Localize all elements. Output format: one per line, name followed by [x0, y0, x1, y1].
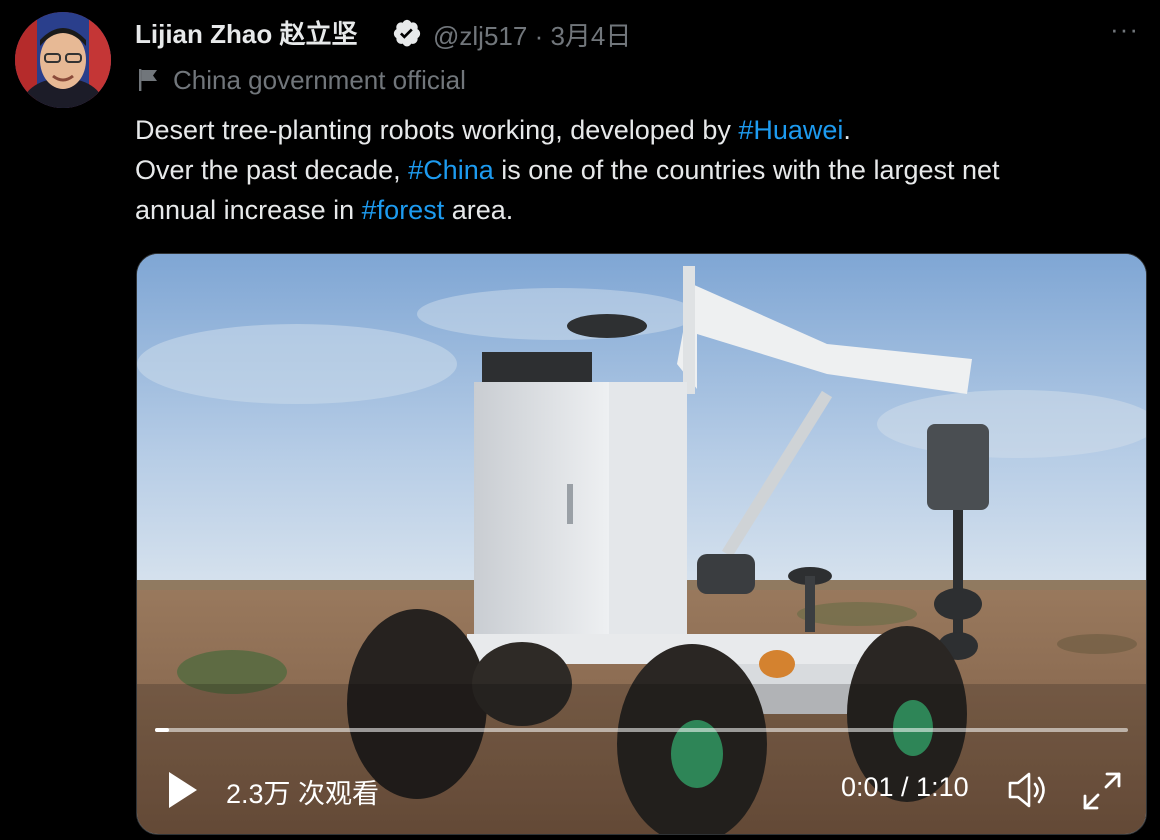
tweet-text-segment: area.	[444, 195, 514, 225]
tweet-line-2: Over the past decade, #China is one of t…	[135, 150, 1135, 190]
tweet-text-segment: Desert tree-planting robots working, dev…	[135, 115, 739, 145]
tweet-text-segment: .	[843, 115, 851, 145]
tweet-text: Desert tree-planting robots working, dev…	[135, 110, 1135, 230]
volume-icon[interactable]	[1007, 770, 1049, 810]
meta-separator: ·	[534, 21, 544, 51]
tweet-line-3: annual increase in #forest area.	[135, 190, 1135, 230]
video-player[interactable]: 2.3万 次观看 0:01 / 1:10	[136, 253, 1147, 835]
tweet-date[interactable]: 3月4日	[550, 21, 631, 51]
video-view-count: 2.3万 次观看	[226, 779, 380, 809]
author-name[interactable]: Lijian Zhao 赵立坚	[135, 14, 357, 51]
tweet-text-segment: Over the past decade,	[135, 155, 409, 185]
author-handle[interactable]: @zlj517	[433, 21, 527, 51]
hashtag-huawei[interactable]: #Huawei	[738, 115, 843, 145]
video-time: 0:01 / 1:10	[841, 772, 969, 802]
tweet-text-segment: annual increase in	[135, 195, 362, 225]
author-meta: @zlj517 · 3月4日	[433, 16, 631, 53]
hashtag-forest[interactable]: #forest	[362, 195, 445, 225]
flag-icon	[139, 69, 157, 91]
verified-badge-icon	[393, 19, 421, 47]
video-frame	[137, 254, 1146, 834]
avatar[interactable]	[15, 12, 111, 108]
tweet-line-1: Desert tree-planting robots working, dev…	[135, 110, 1135, 150]
avatar-image	[15, 12, 111, 108]
fullscreen-icon[interactable]	[1081, 770, 1123, 812]
video-progress-fill	[155, 728, 169, 732]
video-progress-bar[interactable]	[155, 728, 1128, 732]
account-label-text: China government official	[173, 64, 466, 95]
tweet-text-segment: is one of the countries with the largest…	[493, 155, 1000, 185]
account-label: China government official	[137, 64, 466, 96]
play-icon[interactable]	[165, 769, 201, 811]
hashtag-china[interactable]: #China	[408, 155, 494, 185]
more-options-button[interactable]: ···	[1110, 14, 1139, 45]
